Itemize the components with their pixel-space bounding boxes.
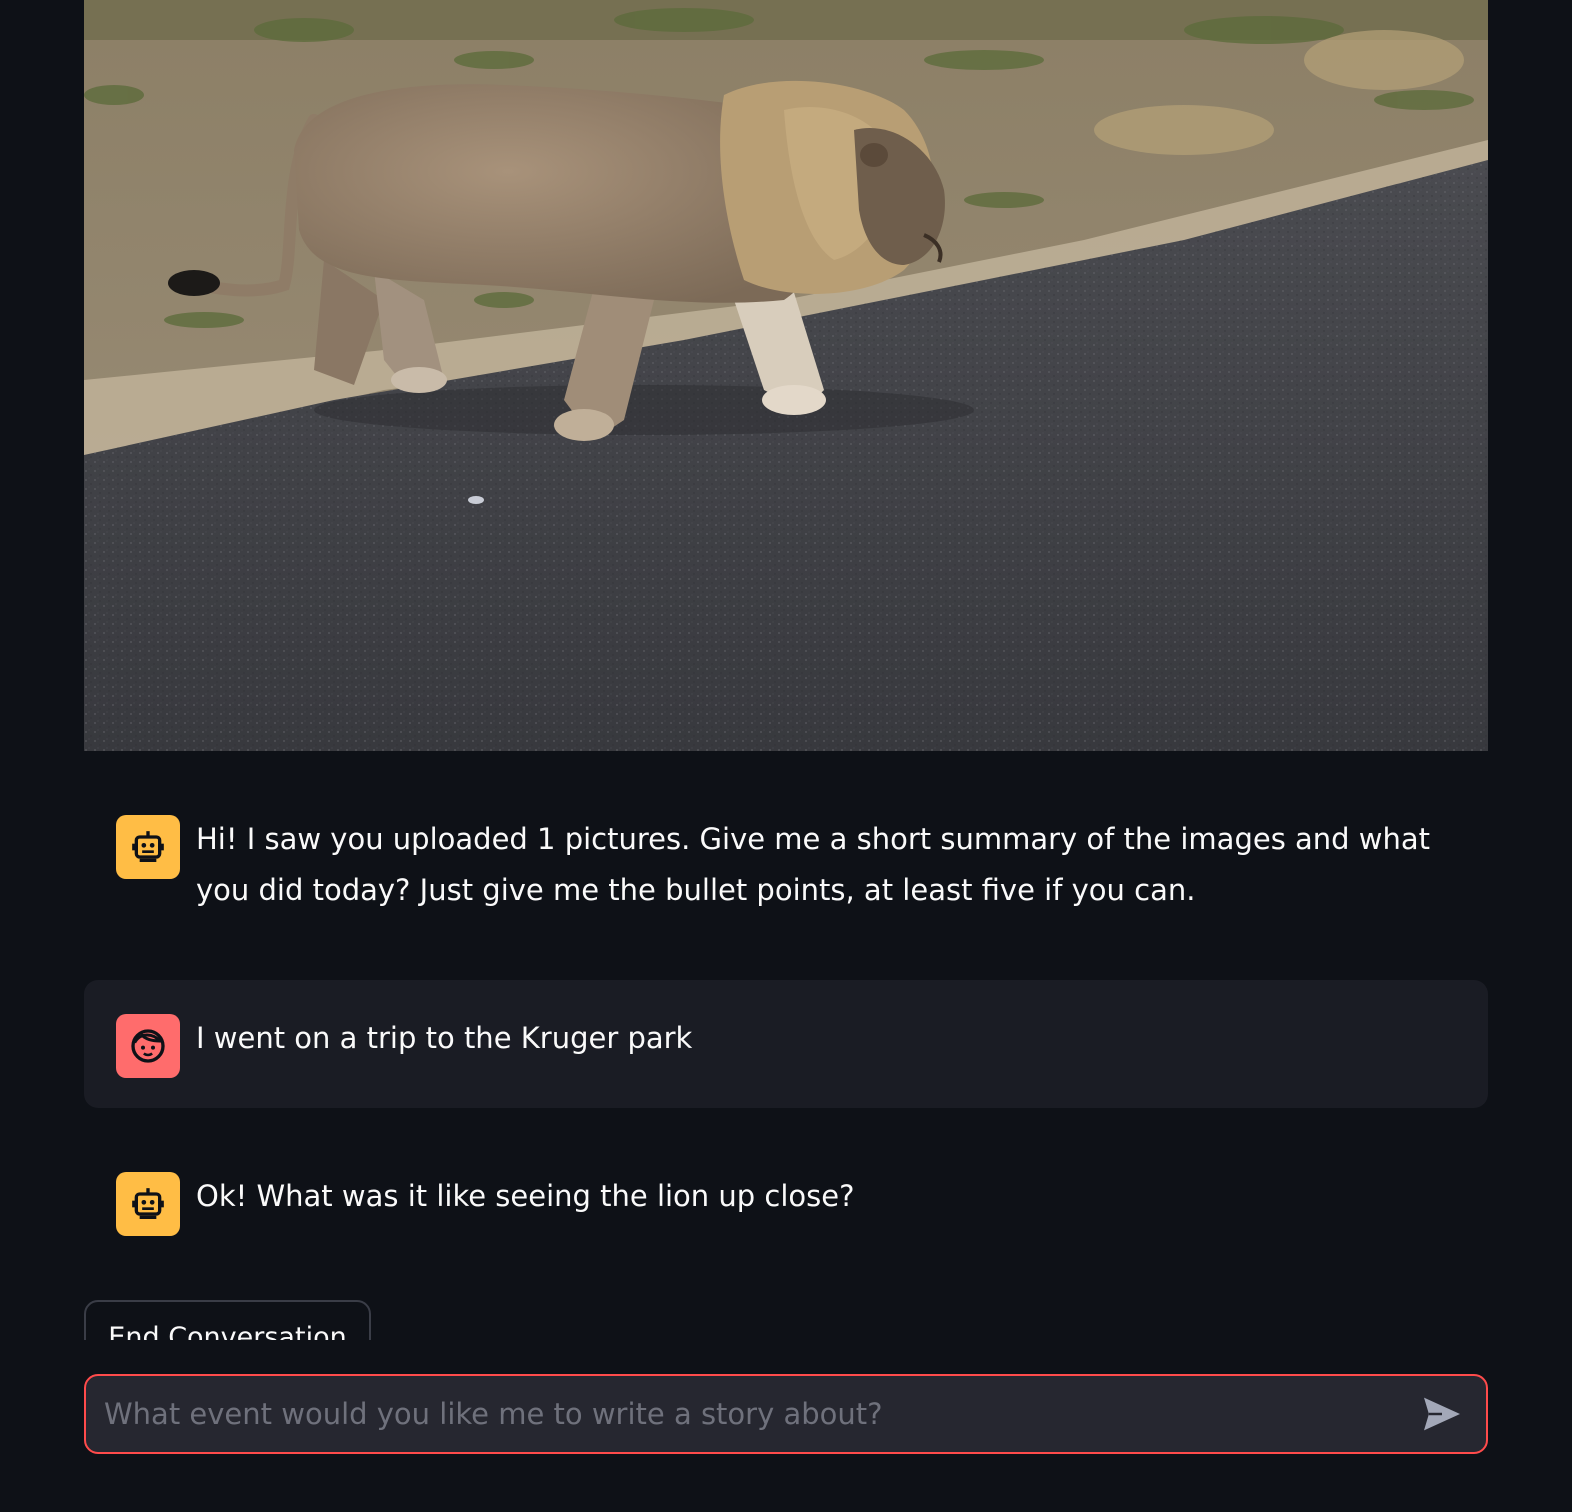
chat-message-assistant: Hi! I saw you uploaded 1 pictures. Give … [84,781,1488,950]
chat-message-assistant: Ok! What was it like seeing the lion up … [84,1138,1488,1270]
chat-input-container [84,1374,1488,1454]
robot-icon [132,1188,164,1219]
chat-message-user: I went on a trip to the Kruger park [84,980,1488,1108]
uploaded-photo [84,0,1488,751]
message-text: I went on a trip to the Kruger park [196,1021,693,1055]
send-icon [1424,1397,1460,1431]
user-avatar [116,1014,180,1078]
robot-icon [132,831,164,862]
face-icon [131,1029,165,1063]
chat-input[interactable] [102,1396,1408,1432]
end-conversation-button[interactable]: End Conversation [84,1300,371,1340]
message-text: Ok! What was it like seeing the lion up … [196,1179,855,1213]
end-conversation-container: End Conversation [84,1300,384,1340]
send-button[interactable] [1418,1390,1466,1438]
assistant-avatar [116,1172,180,1236]
chat-app: Hi! I saw you uploaded 1 pictures. Give … [0,0,1572,1512]
message-text: Hi! I saw you uploaded 1 pictures. Give … [196,822,1431,907]
assistant-avatar [116,815,180,879]
lion-photo-image [84,0,1488,751]
